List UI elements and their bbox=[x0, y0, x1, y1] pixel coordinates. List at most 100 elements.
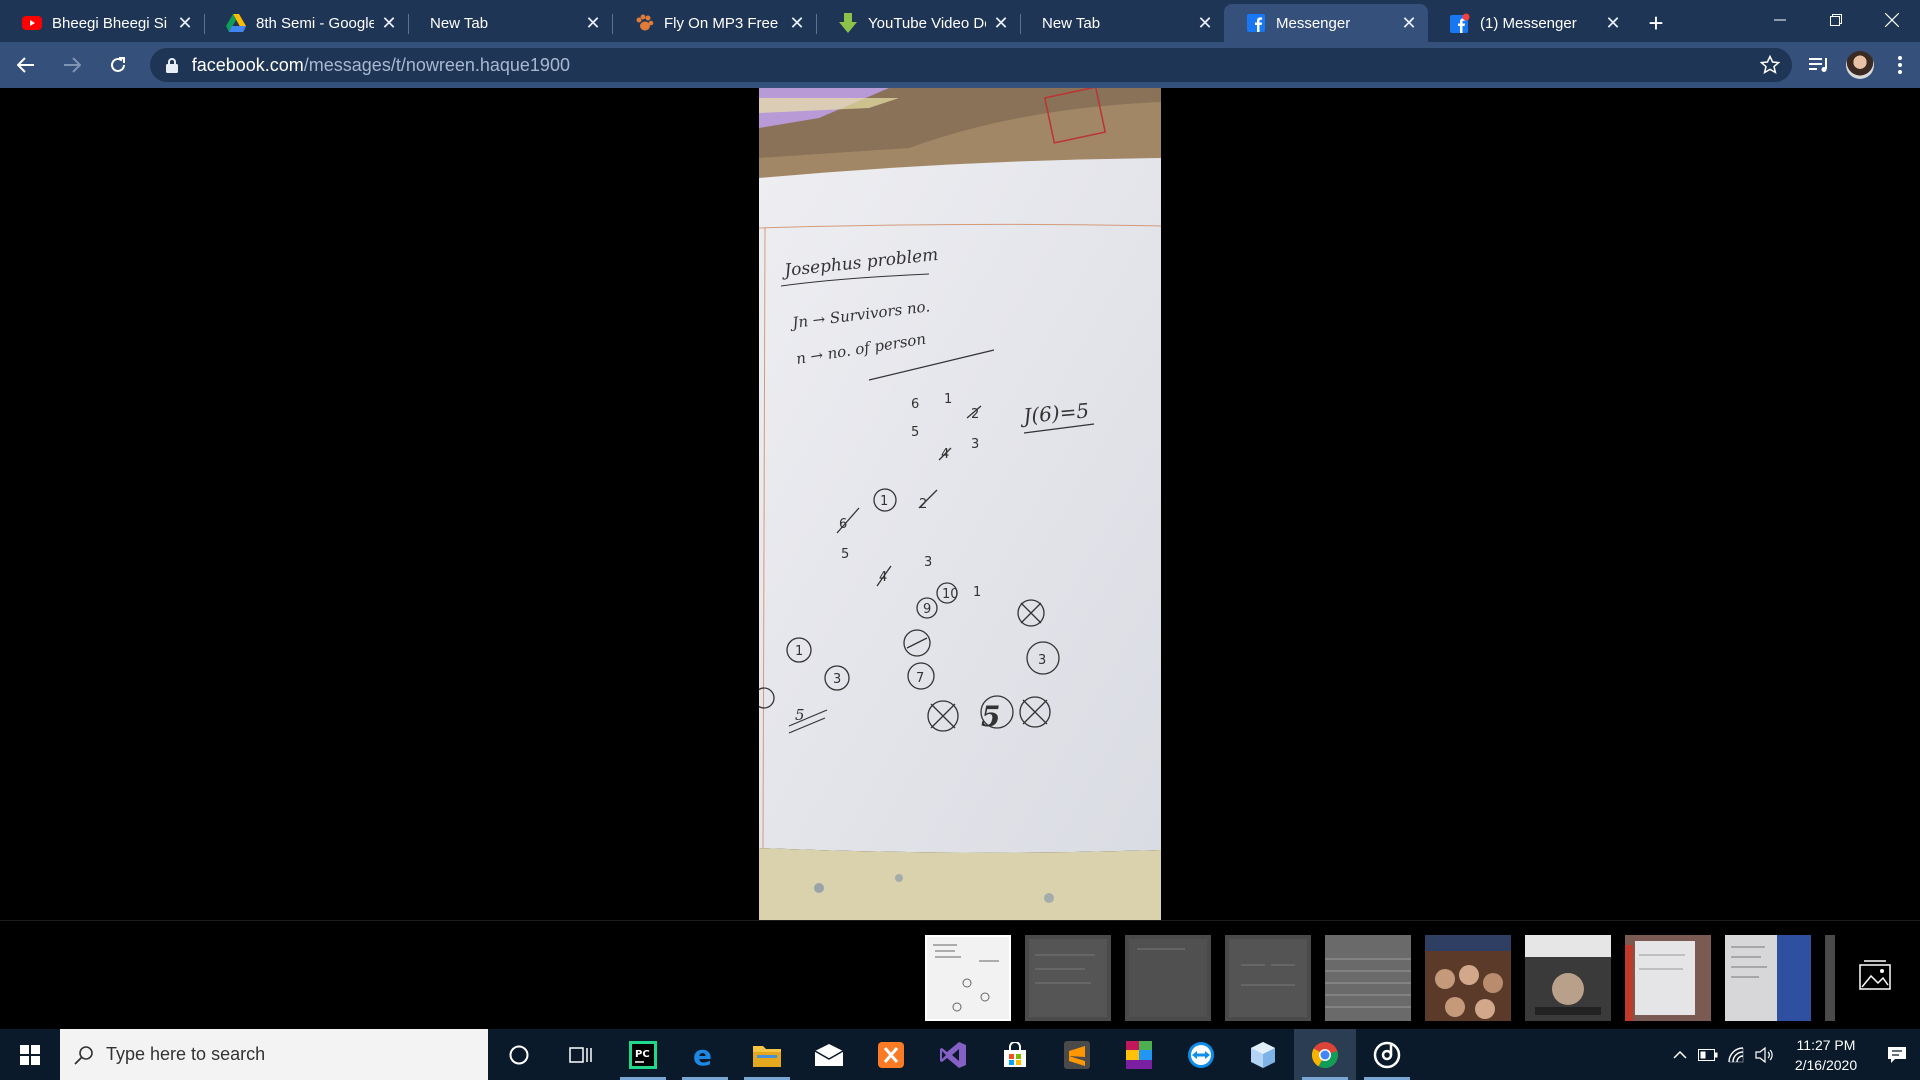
close-tab-icon[interactable]: ✕ bbox=[380, 14, 398, 32]
url-text[interactable]: facebook.com/messages/t/nowreen.haque190… bbox=[192, 55, 1761, 76]
tab-strip: Bheegi Bheegi Si H ✕ 8th Semi - Google ✕… bbox=[0, 0, 1920, 42]
taskbar-xampp[interactable] bbox=[860, 1029, 922, 1080]
taskbar-groove-music[interactable] bbox=[1356, 1029, 1418, 1080]
notebook-photo[interactable]: Josephus problem Jn → Survivors no. n → … bbox=[759, 88, 1161, 921]
thumbnail[interactable] bbox=[1325, 935, 1411, 1021]
wifi-icon bbox=[1728, 1046, 1744, 1062]
close-tab-icon[interactable]: ✕ bbox=[788, 14, 806, 32]
paw-icon bbox=[634, 13, 654, 33]
profile-avatar[interactable] bbox=[1846, 51, 1875, 79]
svg-text:3: 3 bbox=[1038, 653, 1046, 668]
thumbnail-partial[interactable] bbox=[1825, 935, 1835, 1021]
restore-button[interactable] bbox=[1808, 0, 1864, 40]
taskbar-sublime-text[interactable] bbox=[1046, 1029, 1108, 1080]
close-tab-icon[interactable]: ✕ bbox=[584, 14, 602, 32]
edge-icon: e bbox=[693, 1041, 712, 1069]
thumbnail[interactable] bbox=[1425, 935, 1511, 1021]
battery-icon bbox=[1698, 1048, 1718, 1061]
clock-date: 2/16/2020 bbox=[1794, 1056, 1858, 1073]
google-drive-icon bbox=[226, 13, 246, 33]
windows-taskbar: Type here to search PC e 11:27 PM 2/16/2… bbox=[0, 1029, 1920, 1080]
lock-icon[interactable] bbox=[165, 57, 178, 73]
url-host: facebook.com bbox=[191, 54, 304, 75]
taskbar-teamviewer[interactable] bbox=[1170, 1029, 1232, 1080]
tab-title: Bheegi Bheegi Si H bbox=[52, 14, 170, 32]
thumbnail[interactable] bbox=[1525, 935, 1611, 1021]
thumbnail[interactable] bbox=[1625, 935, 1711, 1021]
close-tab-icon[interactable]: ✕ bbox=[1400, 14, 1418, 32]
folder-icon bbox=[753, 1045, 781, 1067]
new-tab-button[interactable]: + bbox=[1634, 4, 1678, 42]
mail-icon bbox=[815, 1043, 843, 1066]
svg-text:6: 6 bbox=[839, 517, 847, 532]
task-view-button[interactable] bbox=[550, 1029, 612, 1080]
tab-messenger-notification[interactable]: (1) Messenger ✕ bbox=[1428, 4, 1632, 42]
tab-title: New Tab bbox=[1042, 14, 1101, 32]
winrar-icon bbox=[1126, 1040, 1152, 1069]
forward-arrow-icon bbox=[63, 57, 81, 73]
taskbar-mail[interactable] bbox=[798, 1029, 860, 1080]
svg-text:10: 10 bbox=[942, 587, 959, 602]
taskbar-edge[interactable]: e bbox=[674, 1029, 736, 1080]
battery-button[interactable] bbox=[1694, 1029, 1722, 1080]
taskbar-store[interactable] bbox=[984, 1029, 1046, 1080]
close-tab-icon[interactable]: ✕ bbox=[1604, 14, 1622, 32]
tab-new-tab[interactable]: New Tab ✕ bbox=[408, 4, 612, 42]
svg-text:3: 3 bbox=[833, 672, 841, 687]
cortana-button[interactable] bbox=[488, 1029, 550, 1080]
gallery-toggle-button[interactable] bbox=[1858, 959, 1896, 995]
taskbar-winrar[interactable] bbox=[1108, 1029, 1170, 1080]
start-button[interactable] bbox=[0, 1029, 60, 1080]
chrome-icon bbox=[1311, 1041, 1338, 1068]
teamviewer-icon bbox=[1188, 1041, 1214, 1068]
groove-music-icon bbox=[1373, 1041, 1401, 1068]
reload-button[interactable] bbox=[98, 45, 138, 85]
tab-youtube-downloader[interactable]: YouTube Video Do ✕ bbox=[816, 4, 1020, 42]
tab-messenger[interactable]: Messenger ✕ bbox=[1224, 4, 1428, 42]
close-tab-icon[interactable]: ✕ bbox=[992, 14, 1010, 32]
network-button[interactable] bbox=[1722, 1029, 1750, 1080]
tab-title: (1) Messenger bbox=[1480, 14, 1577, 32]
forward-button[interactable] bbox=[52, 45, 92, 85]
tab-fly-on-mp3[interactable]: Fly On MP3 Free D ✕ bbox=[612, 4, 816, 42]
visual-studio-icon bbox=[940, 1041, 966, 1068]
speaker-icon bbox=[1755, 1046, 1773, 1063]
thumbnail[interactable] bbox=[1725, 935, 1811, 1021]
minimize-button[interactable] bbox=[1752, 0, 1808, 40]
tab-youtube[interactable]: Bheegi Bheegi Si H ✕ bbox=[0, 4, 204, 42]
action-center-button[interactable] bbox=[1874, 1029, 1920, 1080]
taskbar-pycharm[interactable]: PC bbox=[612, 1029, 674, 1080]
tab-title: New Tab bbox=[430, 14, 489, 32]
media-controls-button[interactable] bbox=[1800, 45, 1840, 85]
taskbar-visual-studio[interactable] bbox=[922, 1029, 984, 1080]
close-tab-icon[interactable]: ✕ bbox=[176, 14, 194, 32]
volume-button[interactable] bbox=[1750, 1029, 1778, 1080]
thumbnail-selected[interactable] bbox=[925, 935, 1011, 1021]
photo-viewer: Josephus problem Jn → Survivors no. n → … bbox=[0, 88, 1920, 921]
bookmark-star-icon[interactable] bbox=[1760, 55, 1781, 75]
back-button[interactable] bbox=[6, 45, 46, 85]
svg-text:1: 1 bbox=[795, 644, 803, 659]
tab-google-drive[interactable]: 8th Semi - Google ✕ bbox=[204, 4, 408, 42]
thumbnail[interactable] bbox=[1025, 935, 1111, 1021]
chrome-menu-button[interactable] bbox=[1880, 45, 1920, 85]
thumbnail[interactable] bbox=[1125, 935, 1211, 1021]
thumbnail[interactable] bbox=[1225, 935, 1311, 1021]
taskbar-virtualbox[interactable] bbox=[1232, 1029, 1294, 1080]
close-window-button[interactable] bbox=[1864, 0, 1920, 40]
show-hidden-icons-button[interactable] bbox=[1666, 1029, 1694, 1080]
svg-text:3: 3 bbox=[971, 437, 979, 452]
tab-title: 8th Semi - Google bbox=[256, 14, 374, 32]
taskbar-file-explorer[interactable] bbox=[736, 1029, 798, 1080]
taskbar-clock[interactable]: 11:27 PM 2/16/2020 bbox=[1778, 1035, 1874, 1075]
taskbar-chrome[interactable] bbox=[1294, 1029, 1356, 1080]
svg-text:5: 5 bbox=[841, 547, 849, 562]
svg-text:3: 3 bbox=[924, 555, 932, 570]
taskbar-search-box[interactable]: Type here to search bbox=[60, 1029, 488, 1080]
store-bag-icon bbox=[1004, 1041, 1026, 1067]
tab-new-tab-2[interactable]: New Tab ✕ bbox=[1020, 4, 1224, 42]
facebook-notification-icon bbox=[1450, 13, 1470, 33]
svg-text:e: e bbox=[693, 1041, 712, 1069]
address-bar[interactable]: facebook.com/messages/t/nowreen.haque190… bbox=[149, 48, 1793, 82]
close-tab-icon[interactable]: ✕ bbox=[1196, 14, 1214, 32]
